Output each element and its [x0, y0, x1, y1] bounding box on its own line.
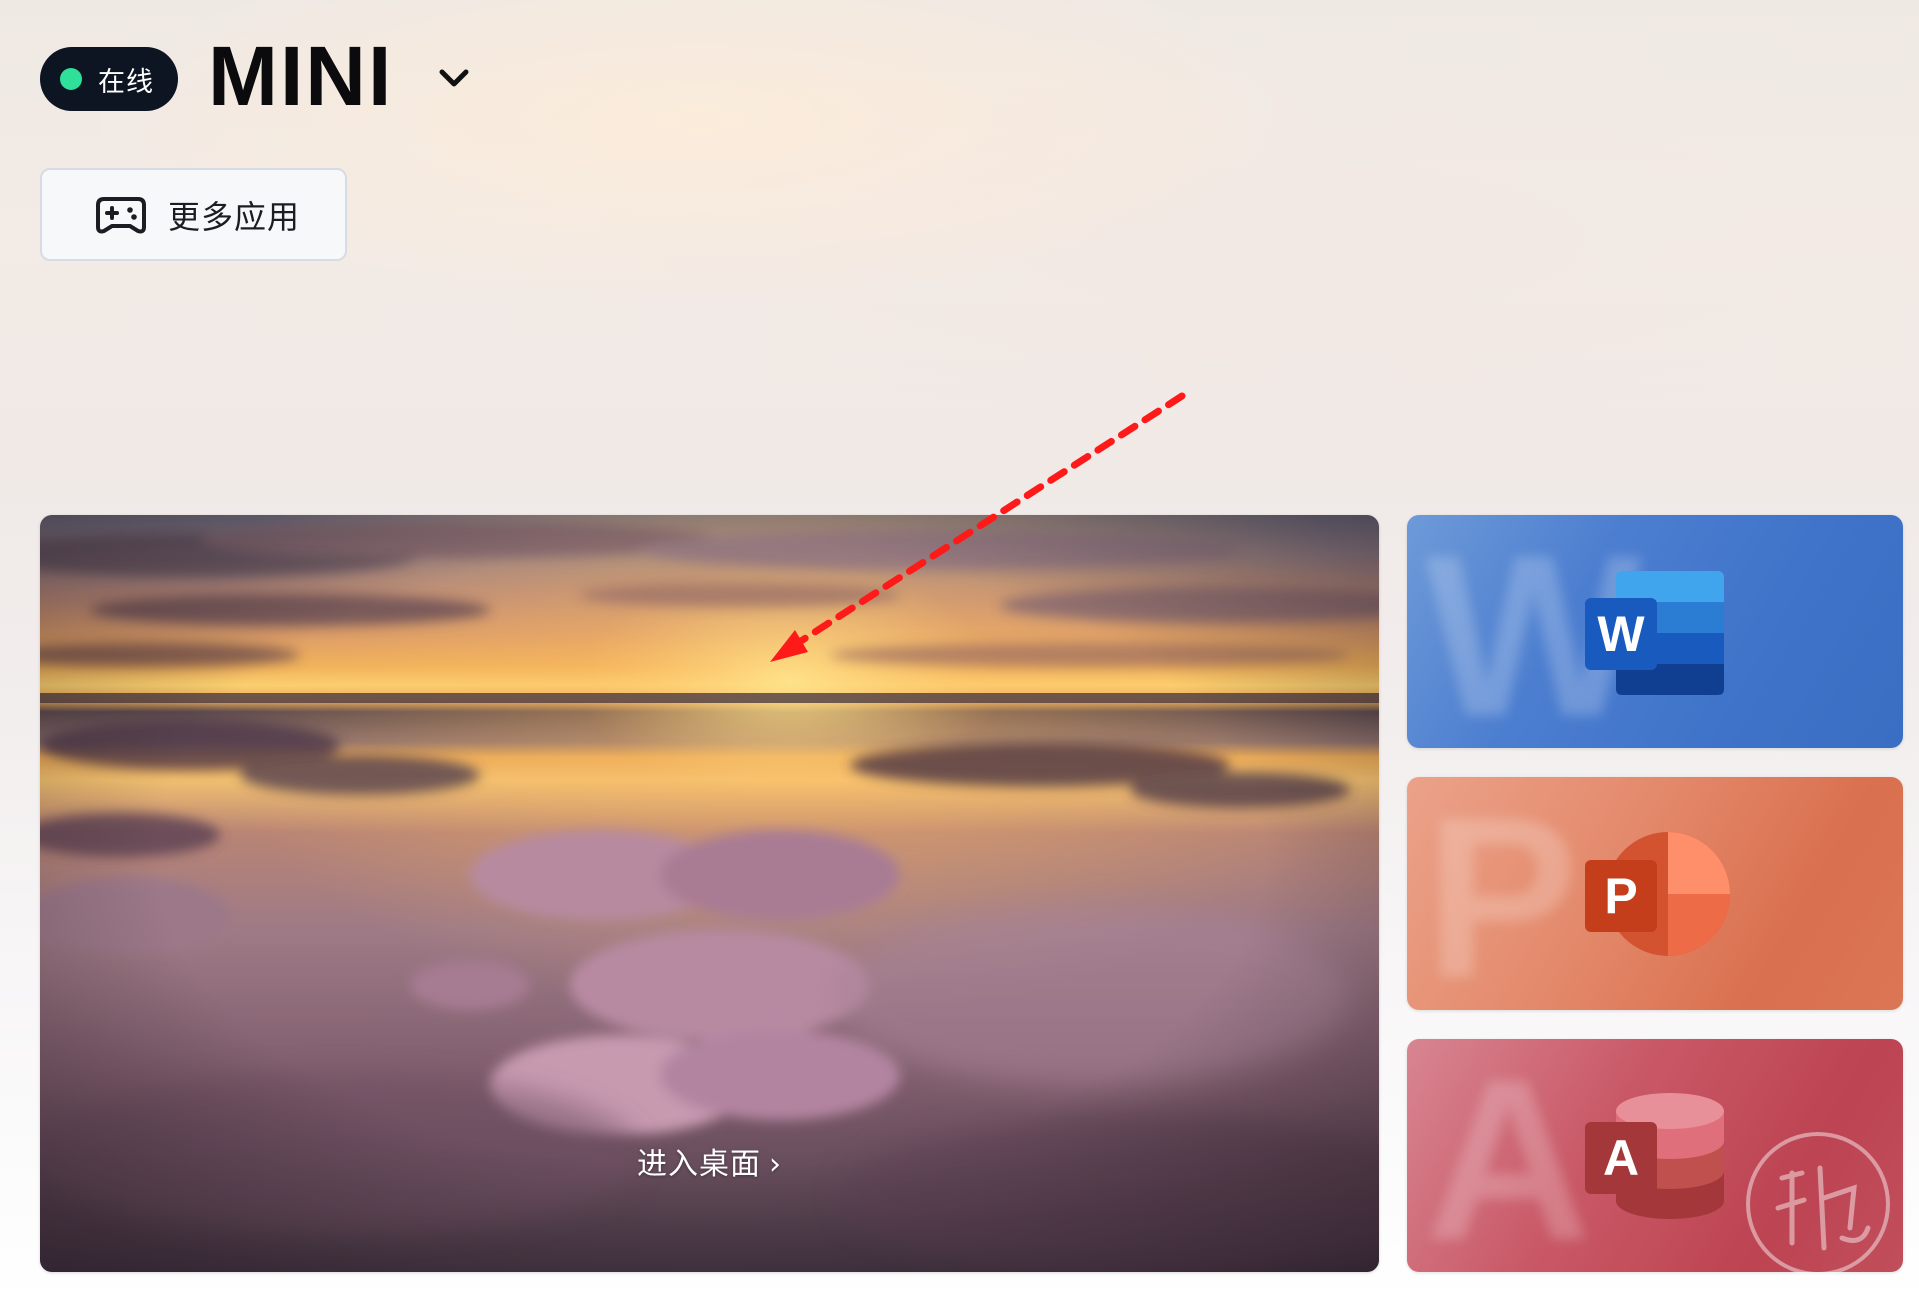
chevron-right-icon: › — [769, 1147, 782, 1182]
watermark-seal-icon — [1746, 1132, 1890, 1276]
chevron-down-icon[interactable] — [436, 64, 472, 94]
powerpoint-app-tile[interactable]: P P — [1407, 777, 1903, 1010]
svg-text:P: P — [1604, 868, 1637, 924]
access-logo-icon: A — [1585, 1093, 1724, 1219]
gamepad-icon — [96, 196, 146, 233]
online-status-label: 在线 — [98, 66, 154, 98]
powerpoint-logo-icon: P — [1585, 832, 1730, 956]
desktop-preview-card[interactable]: 进入桌面 › — [40, 515, 1379, 1272]
enter-desktop-label: 进入桌面 — [637, 1147, 761, 1182]
online-status-dot — [60, 68, 82, 90]
online-status-badge: 在线 — [40, 47, 178, 111]
word-logo-icon: W — [1585, 571, 1724, 695]
svg-text:W: W — [1597, 606, 1645, 662]
powerpoint-ghost-letter: P — [1425, 777, 1579, 1011]
more-apps-label: 更多应用 — [168, 197, 301, 236]
more-apps-button[interactable]: 更多应用 — [40, 168, 347, 261]
device-name-title: MINI — [208, 29, 394, 123]
word-app-tile[interactable]: W W — [1407, 515, 1903, 748]
access-ghost-letter: A — [1425, 1039, 1592, 1273]
svg-text:A: A — [1603, 1130, 1639, 1186]
enter-desktop-button[interactable]: 进入桌面 › — [40, 1139, 1379, 1183]
